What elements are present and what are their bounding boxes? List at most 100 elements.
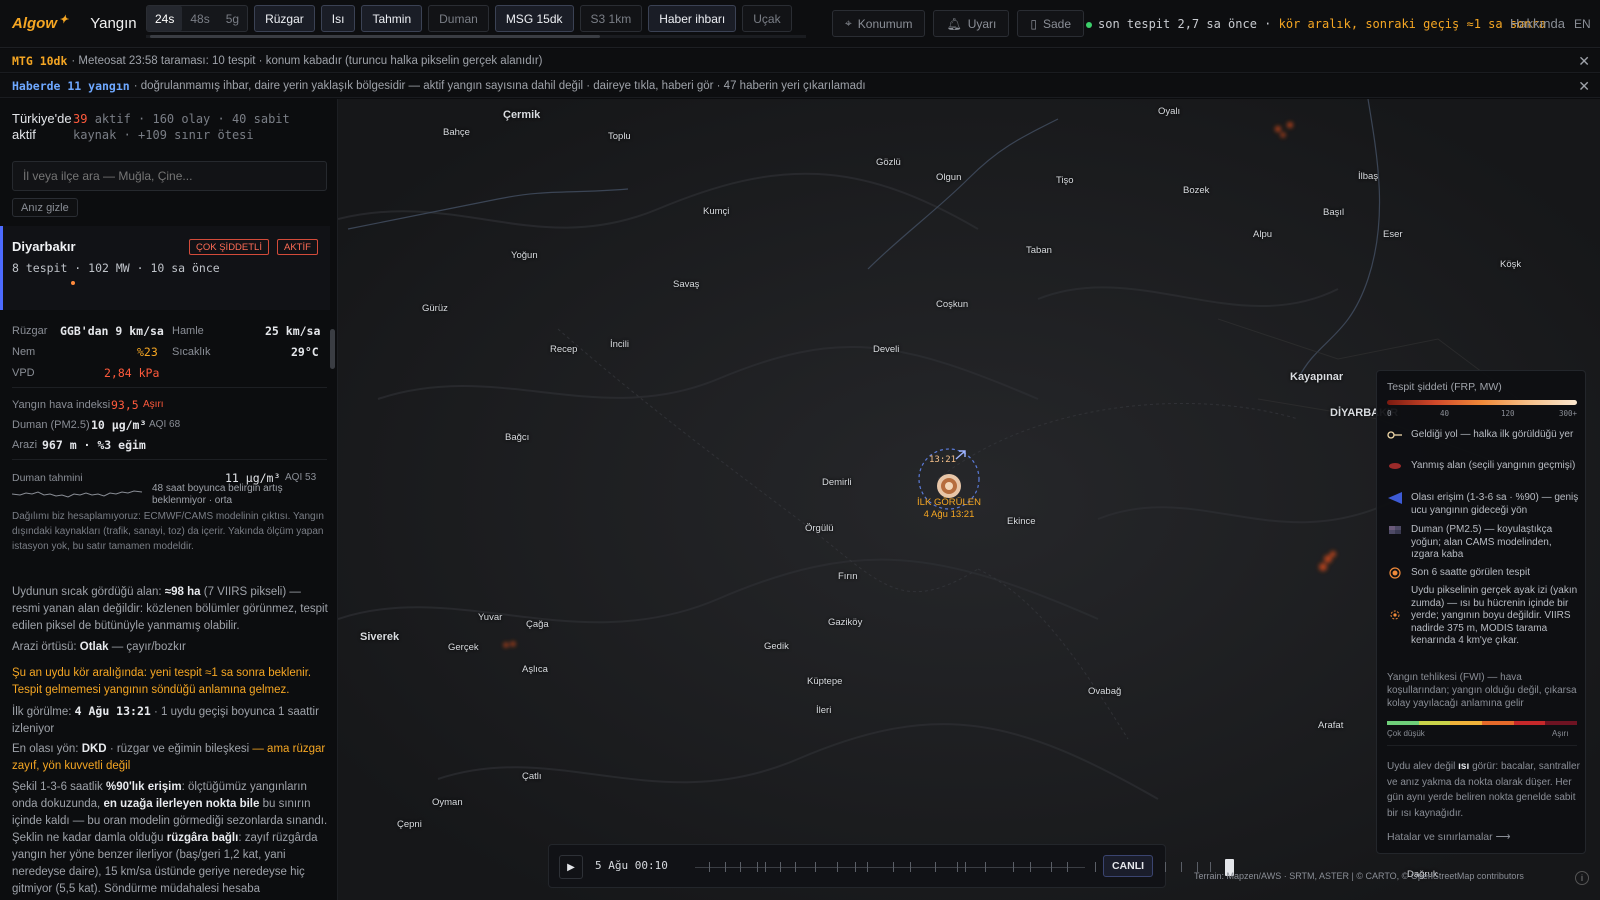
landcover-value: Otlak (79, 641, 109, 653)
map-attribution[interactable]: Terrain: Mapzen/AWS · SRTM, ASTER | © CA… (1194, 871, 1524, 881)
dir-value: DKD (81, 743, 107, 755)
divider (12, 459, 327, 460)
fwi-color-bar (1387, 721, 1578, 725)
shape-p1: Şekil 1-3-6 saatlik (12, 781, 103, 793)
fwi-low-label: Çok düşük (1387, 729, 1425, 738)
place-label: Gürüz (422, 303, 448, 314)
forecast-note: Dağılımı biz hesaplamıyoruz: ECMWF/CAMS … (12, 511, 324, 552)
place-label: Çağa (526, 619, 549, 630)
layer-toggle-haber-ihbarı[interactable]: Haber ihbarı (648, 5, 737, 32)
banner-tag: MTG 10dk (12, 53, 68, 68)
my-location-button[interactable]: ⌖ Konumum (832, 10, 926, 37)
note-pre: Uydu alev değil (1387, 761, 1456, 772)
my-location-label: Konumum (857, 16, 913, 31)
timeline-tick (935, 862, 936, 872)
sidebar-scrollbar[interactable] (330, 329, 335, 369)
place-label: Küptepe (807, 676, 843, 687)
limitations-link[interactable]: Hatalar ve sınırlamalar ⟶ (1387, 831, 1511, 843)
place-label: Gaziköy (828, 617, 863, 628)
hide-stubble-button[interactable]: Anız gizle (12, 198, 78, 217)
severity-badge: ÇOK ŞİDDETLİ (189, 239, 269, 255)
gust-value: 25 km/sa (265, 324, 321, 338)
shape-b1: %90'lık erişim (105, 781, 182, 793)
place-label: İlbaş (1358, 171, 1379, 182)
timeline-slider[interactable] (695, 859, 1234, 876)
timeline-tick (815, 862, 816, 872)
timeline-tick (1181, 862, 1182, 872)
panel-icon: ▯ (1030, 16, 1037, 31)
layer-toggle-msg-15dk[interactable]: MSG 15dk (494, 5, 574, 32)
smoke-sparkline (12, 490, 143, 498)
vpd-label: VPD (12, 367, 35, 379)
layer-toggle-duman[interactable]: Duman (428, 5, 489, 32)
layer-toggle-s3-1km[interactable]: S3 1km (579, 5, 643, 32)
fwi-value: 93,5 (111, 398, 139, 412)
close-icon[interactable]: ✕ (1578, 78, 1590, 95)
blind-warning: Şu an uydu kör aralığında: yeni tespit ≈… (12, 667, 312, 696)
first-pre: İlk görülme: (12, 706, 72, 718)
fire-meta: 8 tespit · 102 MW · 10 sa önce (12, 261, 220, 275)
place-label: Fırın (838, 571, 858, 582)
timeline-tick (795, 862, 796, 872)
live-button[interactable]: CANLI (1103, 855, 1153, 877)
smoke-grid-icon (1389, 526, 1401, 534)
range-option-48s[interactable]: 48s (182, 5, 217, 32)
fwi-segment (1482, 721, 1514, 725)
temp-value: 29°C (291, 345, 319, 359)
layer-toggle-rüzgar[interactable]: Rüzgar (254, 5, 315, 32)
timeline: ▶ 5 Ağu 00:10 CANLI (548, 844, 1234, 888)
fire-card[interactable]: Diyarbakır ÇOK ŞİDDETLİ AKTİF 8 tespit ·… (0, 226, 330, 310)
alert-button[interactable]: 🔔︎ Uyarı (933, 10, 1010, 37)
place-label: Oyman (432, 797, 463, 808)
logo-text: Algow (12, 15, 57, 32)
simple-mode-button[interactable]: ▯ Sade (1017, 10, 1085, 37)
about-link[interactable]: Hakkında (1510, 16, 1565, 31)
timeline-tick (1013, 862, 1014, 872)
place-label: Gözlü (876, 157, 901, 168)
wind-label: Rüzgar (12, 325, 48, 337)
timeline-tick (740, 862, 741, 872)
place-label: Olgun (936, 172, 962, 183)
place-label: Aşlıca (522, 664, 548, 675)
range-option-24s[interactable]: 24s (147, 6, 183, 31)
location-icon: ⌖ (845, 16, 852, 30)
place-label: Yoğun (511, 250, 538, 261)
timeline-tick (855, 862, 856, 872)
place-label: Bozek (1183, 185, 1210, 196)
fwi-high-label: Aşırı (1552, 729, 1569, 738)
fwi-segment (1513, 721, 1546, 725)
vpd-value: 2,84 kPa (104, 366, 160, 380)
humidity-label: Nem (12, 346, 36, 358)
layer-toggle-tahmin[interactable]: Tahmin (361, 5, 423, 32)
right-tools: ⌖ Konumum 🔔︎ Uyarı ▯ Sade (832, 10, 1085, 37)
satellite-banner: MTG 10dk · Meteosat 23:58 taraması: 10 t… (0, 49, 1600, 73)
humidity-value: %23 (137, 345, 158, 359)
place-label: Çermik (503, 109, 541, 121)
banner-text: · doğrulanmamış ihbar, daire yerin yakla… (133, 79, 866, 92)
status-text: son tespit 2,7 sa önce · kör aralık, son… (1086, 17, 1546, 31)
language-toggle[interactable]: EN (1574, 17, 1591, 31)
news-banner: Haberde 11 yangın · doğrulanmamış ihbar,… (0, 74, 1600, 98)
logo[interactable]: Algow ✦ (12, 14, 68, 32)
timeline-tick (780, 862, 781, 872)
time-range-selector: 24s 48s 5g (146, 5, 249, 32)
close-icon[interactable]: ✕ (1578, 53, 1590, 70)
timeline-tick (709, 862, 710, 872)
country-label: Türkiye'de aktif (12, 111, 72, 142)
place-label: Başıl (1323, 207, 1345, 218)
legend-text: Yanmış alan (seçili yangının geçmişi) (1411, 460, 1576, 471)
place-label: Tişo (1056, 175, 1074, 186)
range-option-5g[interactable]: 5g (218, 5, 247, 32)
play-button[interactable]: ▶ (559, 855, 583, 879)
layer-toggle-isı[interactable]: Isı (320, 5, 356, 32)
area-pre: Uydunun sıcak gördüğü alan: (12, 586, 162, 598)
fwi-segment (1545, 721, 1578, 725)
layer-toggle-uçak[interactable]: Uçak (742, 5, 792, 32)
place-label: Demirli (822, 477, 852, 488)
marker-label-date: 4 Ağu 13:21 (923, 509, 975, 520)
fwi-level: Aşırı (143, 399, 164, 410)
search-input[interactable] (12, 161, 327, 191)
info-icon[interactable]: i (1575, 871, 1589, 885)
marker-time: 13:21 (929, 455, 957, 465)
place-label: Gedik (764, 641, 789, 652)
